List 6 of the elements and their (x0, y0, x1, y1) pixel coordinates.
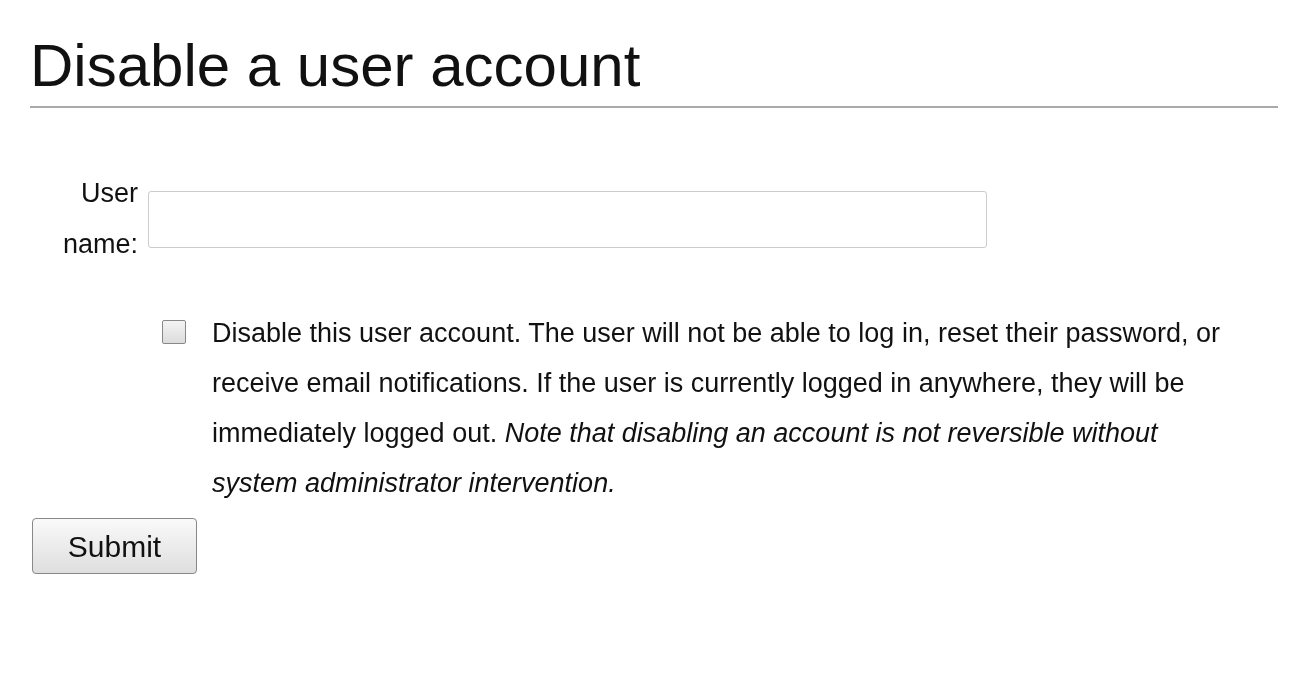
input-field[interactable] (148, 190, 987, 248)
field-label: User name: (61, 177, 138, 261)
submit-button[interactable]: Submit (32, 518, 197, 574)
page-title: Disable a user account (30, 31, 641, 101)
checkbox[interactable] (162, 320, 186, 344)
description-text: Disable this user account. The user will not be able to log in, reset their password, or receive email notifications. If the user is currently logged in anywhere, they will be immediately logged out. Note that disabling an account is not reversible without system administrator intervention. (212, 317, 1222, 500)
